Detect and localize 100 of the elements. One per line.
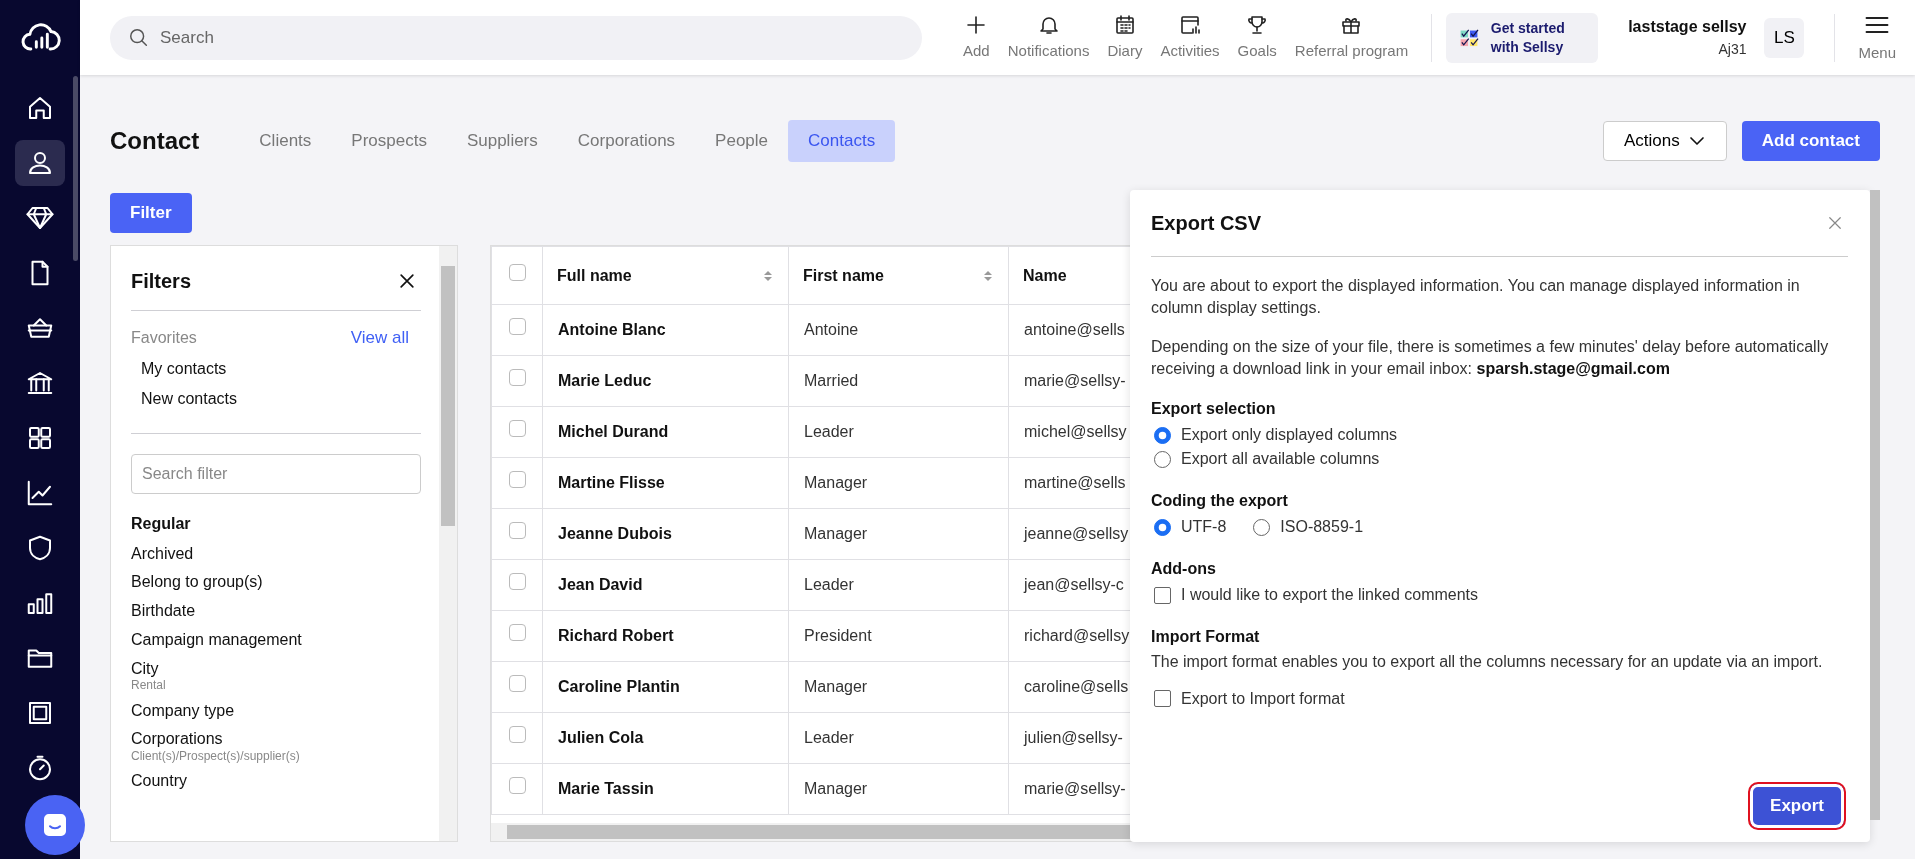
table-cell: Antoine xyxy=(804,321,859,338)
description: The import format enables you to export all the columns necessary for an update via an import. xyxy=(1151,652,1824,673)
table-cell: Marie Leduc xyxy=(558,372,652,389)
page-title: Contact xyxy=(110,126,200,156)
select-all-checkbox[interactable] xyxy=(508,263,526,281)
table-cell: jean@sellsy-c xyxy=(1024,576,1124,593)
table-cell: michel@sellsy xyxy=(1024,423,1127,440)
row-checkbox[interactable] xyxy=(508,777,526,794)
table-cell: Married xyxy=(804,372,859,389)
table-cell: Manager xyxy=(804,525,868,542)
table-cell: caroline@sells xyxy=(1024,678,1129,695)
table-cell: Leader xyxy=(804,423,854,440)
filter-item[interactable]: Birthdate xyxy=(131,601,421,622)
table-cell: antoine@sells xyxy=(1024,321,1125,338)
tab[interactable]: Prospects xyxy=(331,120,447,162)
option-label[interactable]: I would like to export the linked comments xyxy=(1181,583,1479,608)
export-button[interactable]: Export xyxy=(1748,782,1846,830)
favorite-item[interactable]: My contacts xyxy=(131,356,421,381)
favorite-item[interactable]: New contacts xyxy=(131,386,421,411)
filter-item[interactable]: City xyxy=(131,659,159,677)
toolbar-button[interactable]: Diary xyxy=(1098,12,1152,63)
table-cell: President xyxy=(804,627,872,644)
user-avatar[interactable]: LS xyxy=(1764,17,1805,58)
option-label[interactable]: Export all available columns xyxy=(1181,447,1380,472)
option-label[interactable]: UTF-8 xyxy=(1181,515,1227,540)
account-name: Aj31 xyxy=(1718,40,1747,59)
radio-button[interactable] xyxy=(1154,426,1171,444)
filter-button[interactable]: Filter xyxy=(110,193,192,233)
search-filter-field[interactable]: Search filter xyxy=(131,453,421,494)
table-cell: Marie Tassin xyxy=(558,780,654,797)
table-cell: marie@sellsy- xyxy=(1024,372,1126,389)
table-cell: Antoine Blanc xyxy=(558,321,666,338)
radio-button[interactable] xyxy=(1253,518,1271,536)
toolbar-button[interactable]: Activities xyxy=(1151,12,1229,63)
toolbar-button[interactable]: Goals xyxy=(1228,12,1286,63)
scrollbar[interactable] xyxy=(1870,190,1880,820)
close-icon xyxy=(397,271,417,291)
table-cell: Michel Durand xyxy=(558,423,669,440)
row-checkbox[interactable] xyxy=(508,420,526,437)
option-label[interactable]: ISO-8859-1 xyxy=(1280,515,1364,540)
filter-item[interactable]: Campaign management xyxy=(131,629,421,651)
tab[interactable]: People xyxy=(695,120,789,162)
filter-item[interactable]: Country xyxy=(131,771,421,793)
filter-note: Client(s)/Prospect(s)/supplier(s) xyxy=(131,750,301,764)
option-label[interactable]: Export to Import format xyxy=(1181,686,1345,711)
search-field[interactable]: Search xyxy=(110,15,922,60)
user-name: laststage sellsy xyxy=(1628,17,1747,37)
row-checkbox[interactable] xyxy=(508,369,526,386)
toolbar-button[interactable]: Notifications xyxy=(998,12,1099,63)
promo-button[interactable]: Get started with Sellsy xyxy=(1446,12,1599,63)
option-label[interactable]: Export only displayed columns xyxy=(1181,423,1398,448)
table-cell: Jean David xyxy=(558,576,643,593)
checkbox[interactable] xyxy=(1154,690,1171,708)
tab[interactable]: Clients xyxy=(239,120,332,162)
table-cell: Manager xyxy=(804,474,868,491)
table-cell: richard@sellsy xyxy=(1024,627,1130,644)
section-heading: Add-ons xyxy=(1151,559,1217,580)
table-cell: Julien Cola xyxy=(558,729,644,746)
tab[interactable]: Contacts xyxy=(788,120,896,162)
radio-button[interactable] xyxy=(1154,518,1171,536)
tab[interactable]: Corporations xyxy=(557,120,696,162)
chat-button[interactable] xyxy=(25,795,85,855)
radio-button[interactable] xyxy=(1154,450,1171,468)
checkbox[interactable] xyxy=(1154,586,1171,604)
toolbar-button[interactable]: Add xyxy=(954,12,999,63)
column-header[interactable]: First name xyxy=(788,246,1009,305)
filter-item[interactable]: Corporations xyxy=(131,730,223,748)
menu-button[interactable]: Menu xyxy=(1849,10,1905,65)
line-chart-icon xyxy=(25,478,55,508)
row-checkbox[interactable] xyxy=(508,471,526,488)
filter-item[interactable]: Company type xyxy=(131,700,421,722)
row-checkbox[interactable] xyxy=(508,522,526,539)
row-checkbox[interactable] xyxy=(508,624,526,641)
column-header[interactable]: Full name xyxy=(542,246,789,305)
scrollbar[interactable] xyxy=(439,246,457,841)
row-checkbox[interactable] xyxy=(508,573,526,590)
view-all-link[interactable]: View all xyxy=(350,325,409,351)
actions-dropdown[interactable]: Actions xyxy=(1603,121,1727,161)
close-icon xyxy=(1826,214,1844,232)
row-checkbox[interactable] xyxy=(508,675,526,692)
scrollbar[interactable] xyxy=(73,76,78,261)
table-cell: marie@sellsy- xyxy=(1024,780,1126,797)
table-cell: Caroline Plantin xyxy=(558,678,680,695)
table-cell: Leader xyxy=(804,576,854,593)
table-cell: Richard Robert xyxy=(558,627,674,644)
filter-note: Rental xyxy=(131,679,167,693)
add-contact-button[interactable]: Add contact xyxy=(1741,121,1880,161)
dialog-title: Export CSV xyxy=(1151,211,1262,236)
filter-item[interactable]: Belong to group(s) xyxy=(131,572,421,594)
paragraph: You are about to export the displayed information. You can manage displayed information in column display settings. xyxy=(1151,276,1801,318)
table-cell: Manager xyxy=(804,678,868,695)
nav-item[interactable] xyxy=(15,140,65,186)
row-checkbox[interactable] xyxy=(508,726,526,743)
section-heading: Import Format xyxy=(1151,627,1261,648)
table-cell: Manager xyxy=(804,780,868,797)
filter-item[interactable]: Archived xyxy=(131,543,421,565)
row-checkbox[interactable] xyxy=(508,318,526,335)
tab[interactable]: Suppliers xyxy=(446,120,558,162)
scroll-thumb[interactable] xyxy=(441,266,455,526)
toolbar-button[interactable]: Referral program xyxy=(1285,12,1418,63)
